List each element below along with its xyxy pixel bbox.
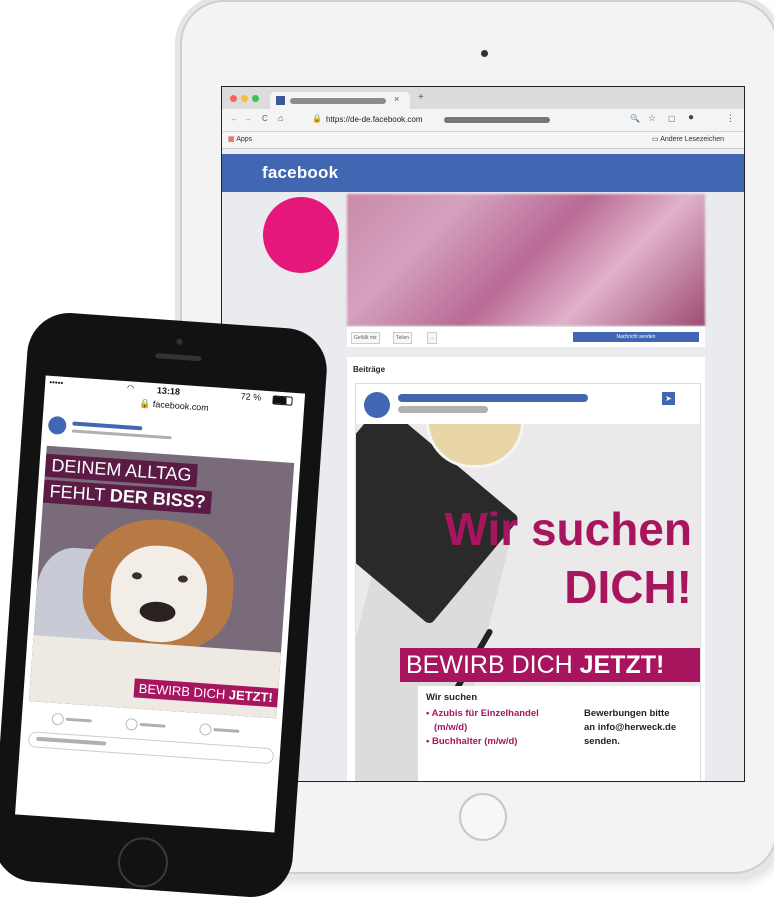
- battery-level: 72 %: [240, 391, 262, 403]
- contact-line-2: an info@herweck.de: [584, 722, 677, 733]
- browser-tab[interactable]: ×: [270, 92, 410, 109]
- facebook-logo[interactable]: facebook: [262, 163, 338, 183]
- contact-line-3: senden.: [584, 736, 620, 747]
- bookmark-other[interactable]: ▭ Andere Lesezeichen: [652, 135, 724, 143]
- ad-headline-line2: DICH!: [564, 561, 692, 613]
- job-ad-image: Wir suchen DICH! BEWIRB DICH JETZT! Wir …: [356, 424, 700, 781]
- like-icon[interactable]: [51, 712, 65, 726]
- lock-icon: 🔒: [312, 114, 322, 123]
- comment-label-blurred: [139, 722, 166, 728]
- info-item-1: • Azubis für Einzelhandel: [426, 708, 539, 719]
- profile-picture[interactable]: [263, 197, 339, 273]
- share-icon[interactable]: [199, 723, 212, 736]
- tablet-camera: [481, 50, 488, 57]
- maximize-window-button[interactable]: [252, 95, 259, 102]
- info-item-2: • Buchhalter (m/w/d): [426, 736, 518, 747]
- info-item-1b: (m/w/d): [434, 722, 468, 733]
- post-author-blurred: [398, 394, 588, 402]
- address-bar[interactable]: https://de-de.facebook.com: [326, 115, 423, 124]
- close-window-button[interactable]: [230, 95, 237, 102]
- comment-icon[interactable]: [125, 717, 139, 731]
- cover-action-bar: Gefällt mir Teilen ... Nachricht senden: [347, 326, 705, 347]
- browser-titlebar: × +: [222, 87, 744, 109]
- post-meta-blurred: [398, 406, 488, 413]
- ad-headline-line1: Wir suchen: [444, 503, 692, 555]
- home-icon[interactable]: ⌂: [278, 113, 283, 123]
- search-icon[interactable]: 🔍: [630, 114, 640, 123]
- facebook-favicon-icon: [276, 96, 285, 105]
- post-avatar[interactable]: [364, 392, 390, 418]
- phone-device: ••••• ◠ 13:18 72 % 🔒 facebook.com DEINEM…: [0, 310, 330, 900]
- new-tab-icon[interactable]: +: [418, 92, 424, 103]
- post-card: ➤ Wir suchen DICH! BEWIRB DICH JETZT! Wi…: [355, 383, 701, 781]
- phone-meta-blurred: [71, 429, 172, 440]
- phone-post-avatar[interactable]: [47, 415, 67, 436]
- comment-input[interactable]: [27, 731, 275, 765]
- facebook-header: facebook: [222, 154, 744, 192]
- phone-screen: ••••• ◠ 13:18 72 % 🔒 facebook.com DEINEM…: [15, 375, 306, 833]
- tablet-home-button[interactable]: [459, 793, 507, 841]
- wifi-icon: ◠: [126, 383, 135, 393]
- more-button[interactable]: ...: [427, 332, 438, 344]
- share-button[interactable]: Teilen: [393, 332, 413, 344]
- bookmarks-bar: ▦ Apps ▭ Andere Lesezeichen: [222, 132, 744, 149]
- extension-icon[interactable]: ▢: [668, 114, 676, 123]
- contact-line-1: Bewerbungen bitte: [584, 708, 670, 719]
- pin-icon[interactable]: ➤: [662, 392, 675, 405]
- browser-toolbar: ← → C ⌂ 🔒 https://de-de.facebook.com 🔍 ☆…: [222, 109, 744, 132]
- url-blurred: [444, 117, 550, 123]
- phone-time: 13:18: [156, 385, 181, 397]
- table-shape: [28, 635, 281, 719]
- tab-title-blurred: [290, 98, 386, 104]
- like-page-button[interactable]: Gefällt mir: [351, 332, 380, 344]
- phone-home-button[interactable]: [116, 835, 170, 890]
- tab-close-icon[interactable]: ×: [394, 94, 399, 104]
- phone-ad-image: DEINEM ALLTAG FEHLT DER BISS? BEWIRB DIC…: [28, 445, 295, 719]
- profile-icon[interactable]: ●: [688, 112, 694, 123]
- like-label-blurred: [65, 717, 92, 723]
- reload-icon[interactable]: C: [262, 114, 268, 123]
- menu-icon[interactable]: ⋮: [726, 113, 735, 124]
- phone-author-blurred: [72, 421, 143, 431]
- share-label-blurred: [213, 728, 240, 733]
- send-message-button[interactable]: Nachricht senden: [573, 332, 699, 342]
- signal-icon: •••••: [48, 377, 64, 388]
- info-heading: Wir suchen: [426, 692, 478, 703]
- ad-banner: BEWIRB DICH JETZT!: [400, 648, 700, 682]
- phone-camera: [176, 338, 183, 345]
- ad-info-box: Wir suchen • Azubis für Einzelhandel (m/…: [418, 686, 700, 781]
- minimize-window-button[interactable]: [241, 95, 248, 102]
- posts-section: Beiträge ➤ Wir suchen DICH! BEWIRB DICH …: [347, 357, 705, 781]
- bookmark-apps[interactable]: ▦ Apps: [228, 135, 252, 143]
- star-icon[interactable]: ☆: [648, 113, 656, 124]
- forward-icon[interactable]: →: [244, 114, 252, 123]
- posts-heading: Beiträge: [353, 365, 386, 374]
- back-icon[interactable]: ←: [230, 114, 238, 123]
- cover-photo: [347, 194, 705, 326]
- phone-speaker: [155, 353, 202, 362]
- battery-icon: [272, 395, 293, 406]
